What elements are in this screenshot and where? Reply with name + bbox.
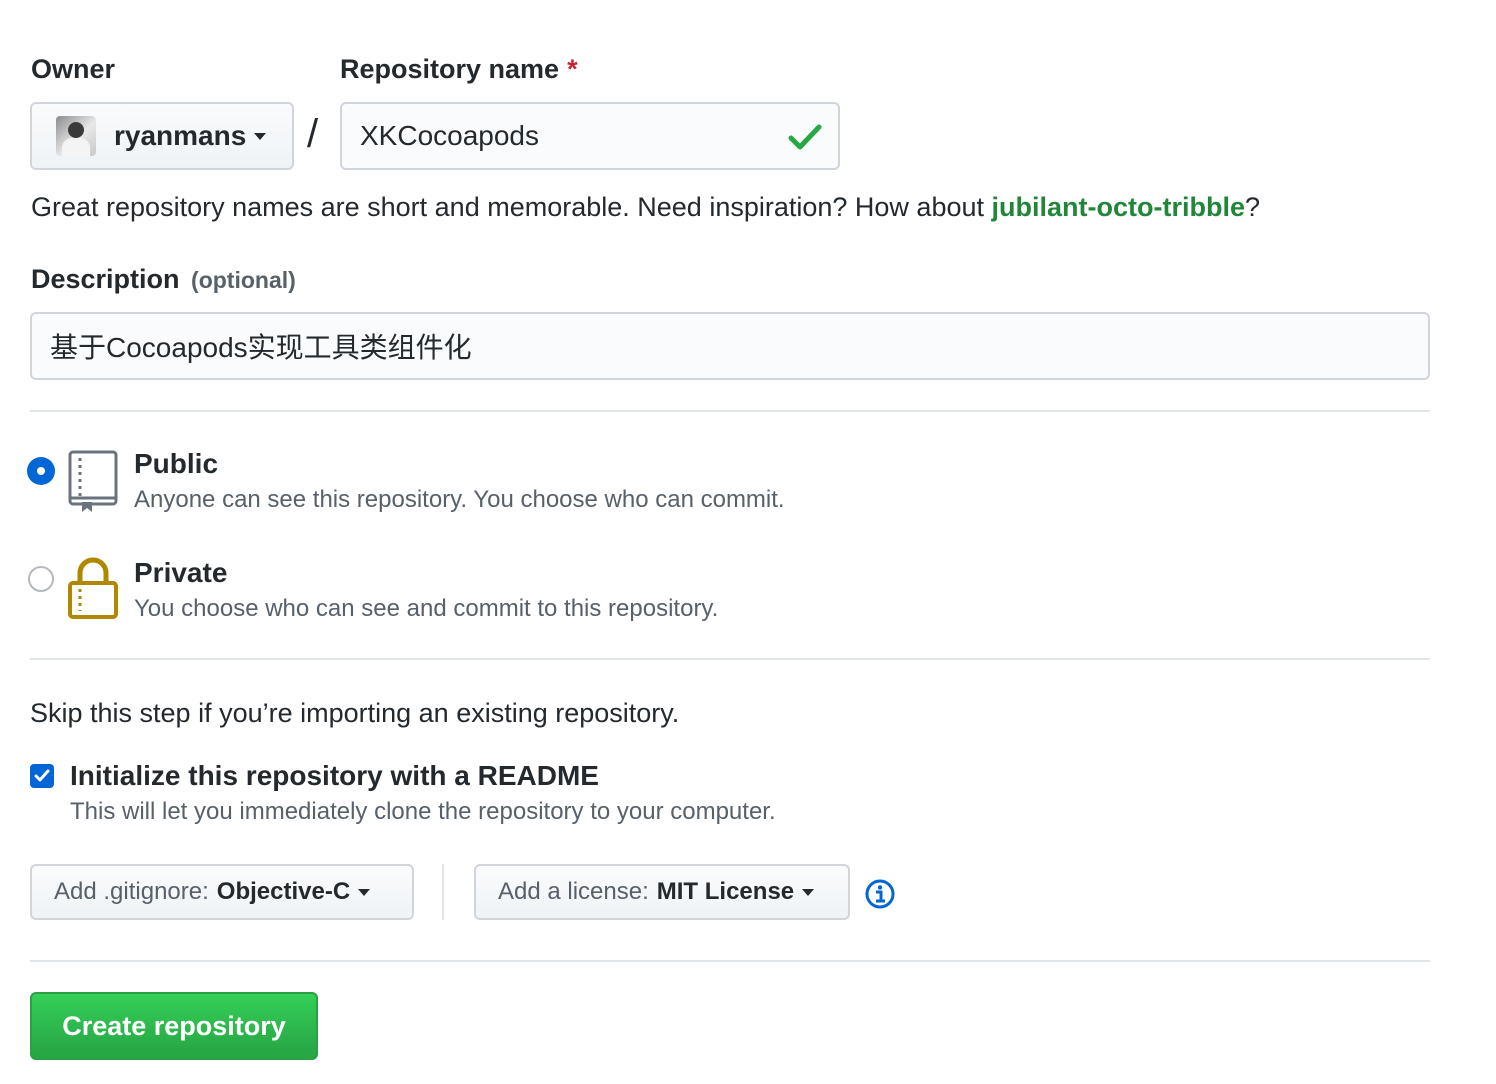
repo-name-input[interactable]: XKCocoapods bbox=[340, 102, 840, 170]
description-label-text: Description bbox=[31, 264, 180, 294]
public-title: Public bbox=[134, 448, 219, 479]
lock-icon bbox=[68, 557, 118, 619]
readme-checkbox[interactable] bbox=[30, 764, 54, 788]
repo-name-label: Repository name * bbox=[340, 54, 578, 85]
checkbox-check-icon bbox=[34, 769, 50, 782]
private-radio[interactable] bbox=[28, 566, 54, 592]
repo-book-icon bbox=[68, 450, 118, 512]
divider bbox=[30, 960, 1430, 962]
private-title: Private bbox=[134, 557, 228, 588]
check-icon bbox=[788, 124, 822, 150]
readme-label[interactable]: Initialize this repository with a README bbox=[70, 760, 599, 792]
license-prefix: Add a license: bbox=[498, 878, 649, 905]
private-desc: You choose who can see and commit to thi… bbox=[134, 595, 719, 622]
license-value: MIT License bbox=[656, 878, 795, 905]
hint-suffix: ? bbox=[1244, 192, 1260, 222]
create-repository-label: Create repository bbox=[62, 1010, 286, 1041]
public-radio[interactable] bbox=[27, 457, 55, 485]
divider bbox=[30, 658, 1430, 660]
gitignore-select[interactable]: Add .gitignore: Objective-C bbox=[30, 864, 414, 920]
owner-select[interactable]: ryanmans bbox=[30, 102, 294, 170]
repo-name-value: XKCocoapods bbox=[360, 120, 540, 151]
chevron-down-icon bbox=[802, 888, 815, 896]
chevron-down-icon bbox=[358, 888, 371, 896]
name-suggestion-link[interactable]: jubilant-octo-tribble bbox=[992, 192, 1245, 222]
repo-name-hint: Great repository names are short and mem… bbox=[31, 192, 1260, 223]
divider bbox=[30, 410, 1430, 412]
license-select[interactable]: Add a license: MIT License bbox=[474, 864, 850, 920]
hint-text: Great repository names are short and mem… bbox=[31, 192, 992, 222]
optional-note: (optional) bbox=[191, 267, 296, 293]
public-desc: Anyone can see this repository. You choo… bbox=[134, 486, 785, 513]
gitignore-prefix: Add .gitignore: bbox=[54, 878, 209, 905]
owner-name: ryanmans bbox=[114, 120, 247, 151]
owner-label: Owner bbox=[31, 54, 116, 84]
info-icon[interactable] bbox=[864, 878, 896, 910]
gitignore-value: Objective-C bbox=[216, 878, 351, 905]
readme-desc: This will let you immediately clone the … bbox=[70, 798, 776, 825]
description-value: 基于Cocoapods实现工具类组件化 bbox=[50, 332, 472, 363]
description-label: Description (optional) bbox=[31, 264, 296, 295]
repo-name-label-text: Repository name bbox=[340, 54, 560, 84]
skip-step-text: Skip this step if you’re importing an ex… bbox=[30, 698, 680, 728]
chevron-down-icon bbox=[254, 132, 267, 140]
vertical-divider bbox=[442, 864, 444, 920]
avatar bbox=[56, 116, 96, 156]
owner-repo-separator: / bbox=[307, 112, 319, 156]
description-input[interactable]: 基于Cocoapods实现工具类组件化 bbox=[30, 312, 1430, 380]
create-repository-button[interactable]: Create repository bbox=[30, 992, 318, 1060]
required-mark: * bbox=[567, 54, 578, 84]
